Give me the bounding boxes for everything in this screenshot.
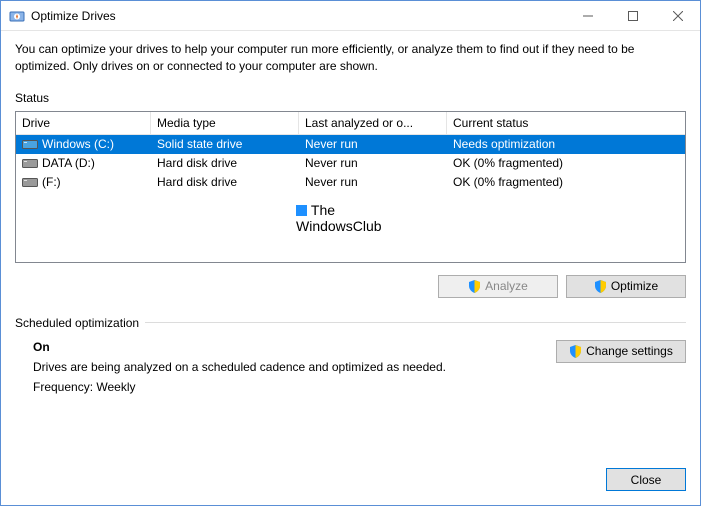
analyze-button[interactable]: Analyze [438,275,558,298]
current-status-cell: Needs optimization [447,137,657,151]
drive-icon [22,157,38,169]
drive-icon [22,138,38,150]
description-text: You can optimize your drives to help you… [15,41,686,75]
drive-name: Windows (C:) [42,137,114,151]
column-media-type[interactable]: Media type [151,112,299,134]
close-label: Close [631,473,662,487]
drive-name: DATA (D:) [42,156,95,170]
last-analyzed-cell: Never run [299,156,447,170]
shield-icon [594,280,607,293]
media-type-cell: Hard disk drive [151,156,299,170]
change-settings-label: Change settings [586,344,673,358]
column-last-analyzed[interactable]: Last analyzed or o... [299,112,447,134]
scheduled-info: On Drives are being analyzed on a schedu… [15,340,536,400]
media-type-cell: Solid state drive [151,137,299,151]
scheduled-optimization-section: Scheduled optimization [15,316,686,330]
watermark: The WindowsClub [296,202,382,234]
maximize-button[interactable] [610,1,655,30]
drive-cell: DATA (D:) [16,156,151,170]
change-settings-button[interactable]: Change settings [556,340,686,363]
action-buttons: Analyze Optimize [15,275,686,298]
minimize-button[interactable] [565,1,610,30]
drives-list[interactable]: Drive Media type Last analyzed or o... C… [15,111,686,263]
scheduled-frequency: Frequency: Weekly [33,380,536,394]
last-analyzed-cell: Never run [299,175,447,189]
drive-cell: Windows (C:) [16,137,151,151]
scheduled-description: Drives are being analyzed on a scheduled… [33,360,536,374]
footer: Close [15,468,686,491]
status-label: Status [15,91,686,105]
window-title: Optimize Drives [31,9,565,23]
table-row[interactable]: Windows (C:) Solid state driveNever runNe… [16,135,685,154]
drive-name: (F:) [42,175,61,189]
column-drive[interactable]: Drive [16,112,151,134]
list-header[interactable]: Drive Media type Last analyzed or o... C… [16,112,685,135]
optimize-drives-window: Optimize Drives You can optimize your dr… [0,0,701,506]
column-current-status[interactable]: Current status [447,112,657,134]
drive-icon [22,176,38,188]
optimize-button[interactable]: Optimize [566,275,686,298]
scheduled-state: On [33,340,536,354]
scheduled-content: On Drives are being analyzed on a schedu… [15,340,686,400]
current-status-cell: OK (0% fragmented) [447,175,657,189]
media-type-cell: Hard disk drive [151,175,299,189]
current-status-cell: OK (0% fragmented) [447,156,657,170]
titlebar[interactable]: Optimize Drives [1,1,700,31]
scheduled-label: Scheduled optimization [15,316,139,330]
content-area: You can optimize your drives to help you… [1,31,700,505]
table-row[interactable]: (F:) Hard disk driveNever runOK (0% fragm… [16,173,685,192]
close-button[interactable]: Close [606,468,686,491]
shield-icon [468,280,481,293]
table-row[interactable]: DATA (D:) Hard disk driveNever runOK (0% … [16,154,685,173]
last-analyzed-cell: Never run [299,137,447,151]
app-icon [9,8,25,24]
divider [145,322,686,323]
drive-cell: (F:) [16,175,151,189]
analyze-label: Analyze [485,279,528,293]
shield-icon [569,345,582,358]
close-window-button[interactable] [655,1,700,30]
optimize-label: Optimize [611,279,658,293]
